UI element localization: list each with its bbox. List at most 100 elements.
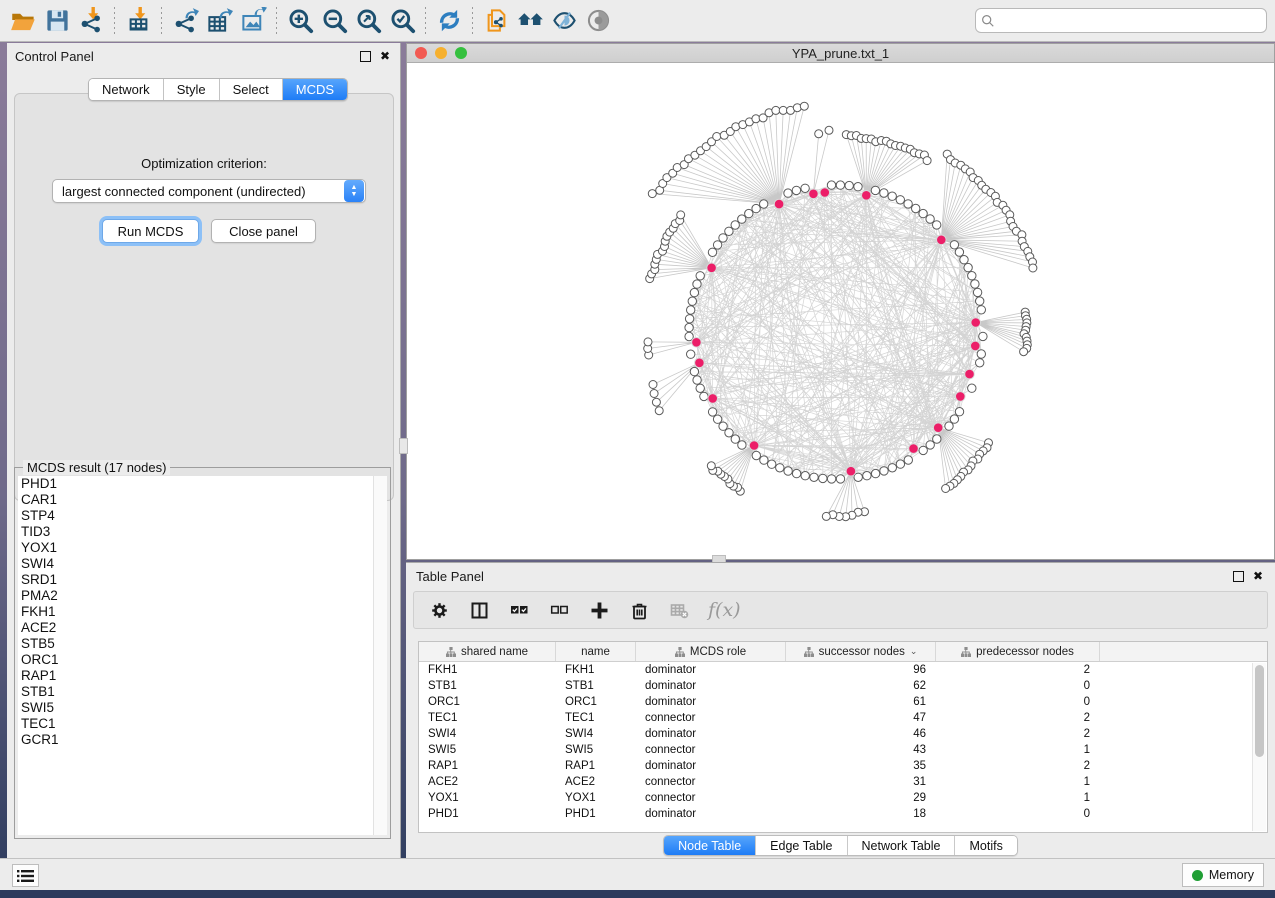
- table-cell[interactable]: dominator: [636, 806, 786, 822]
- window-zoom-icon[interactable]: [455, 47, 467, 59]
- gear-icon[interactable]: [428, 599, 450, 621]
- zoom-out-icon[interactable]: [317, 4, 351, 38]
- table-scrollbar-thumb[interactable]: [1255, 665, 1264, 757]
- save-icon[interactable]: [40, 4, 74, 38]
- select-all-check-icon[interactable]: [508, 599, 530, 621]
- table-cell[interactable]: 2: [936, 726, 1100, 742]
- table-cell[interactable]: 43: [786, 742, 936, 758]
- table-cell[interactable]: ACE2: [419, 774, 556, 790]
- mcds-result-item[interactable]: YOX1: [18, 540, 373, 556]
- table-float-icon[interactable]: [1233, 571, 1244, 582]
- import-table-icon[interactable]: [121, 4, 155, 38]
- column-header-shared-name[interactable]: shared name: [419, 642, 556, 661]
- float-panel-icon[interactable]: [360, 51, 371, 62]
- optimization-criterion-select[interactable]: largest connected component (undirected)…: [52, 179, 366, 203]
- table-cell[interactable]: TEC1: [556, 710, 636, 726]
- table-cell[interactable]: STB1: [419, 678, 556, 694]
- table-cell[interactable]: ORC1: [556, 694, 636, 710]
- mcds-result-item[interactable]: TID3: [18, 524, 373, 540]
- export-image-icon[interactable]: [236, 4, 270, 38]
- table-cell[interactable]: STB1: [556, 678, 636, 694]
- mcds-result-item[interactable]: GCR1: [18, 732, 373, 748]
- table-cell[interactable]: 46: [786, 726, 936, 742]
- table-cell[interactable]: connector: [636, 742, 786, 758]
- table-cell[interactable]: YOX1: [556, 790, 636, 806]
- table-row[interactable]: YOX1YOX1connector291: [419, 790, 1267, 806]
- mcds-result-item[interactable]: ACE2: [18, 620, 373, 636]
- table-close-icon[interactable]: ✖: [1251, 569, 1265, 583]
- table-cell[interactable]: 0: [936, 694, 1100, 710]
- hide-eye-icon[interactable]: [547, 4, 581, 38]
- mcds-result-item[interactable]: ORC1: [18, 652, 373, 668]
- column-header-name[interactable]: name: [556, 642, 636, 661]
- tab-network-table[interactable]: Network Table: [848, 836, 956, 855]
- table-row[interactable]: SWI5SWI5connector431: [419, 742, 1267, 758]
- zoom-in-icon[interactable]: [283, 4, 317, 38]
- close-panel-button[interactable]: Close panel: [211, 219, 316, 243]
- vertical-splitter-handle[interactable]: [399, 438, 408, 454]
- home-browser-icon[interactable]: [513, 4, 547, 38]
- search-box[interactable]: [975, 8, 1267, 33]
- table-cell[interactable]: 2: [936, 758, 1100, 774]
- table-cell[interactable]: 1: [936, 774, 1100, 790]
- mcds-result-item[interactable]: PHD1: [18, 476, 373, 492]
- zoom-selected-icon[interactable]: [385, 4, 419, 38]
- table-cell[interactable]: connector: [636, 710, 786, 726]
- network-window-titlebar[interactable]: YPA_prune.txt_1: [407, 44, 1274, 63]
- table-row[interactable]: STB1STB1dominator620: [419, 678, 1267, 694]
- mcds-result-scrollbar[interactable]: [373, 476, 387, 835]
- table-cell[interactable]: 0: [936, 806, 1100, 822]
- table-row[interactable]: ACE2ACE2connector311: [419, 774, 1267, 790]
- table-cell[interactable]: dominator: [636, 678, 786, 694]
- open-folder-icon[interactable]: [6, 4, 40, 38]
- refresh-icon[interactable]: [432, 4, 466, 38]
- add-column-icon[interactable]: [588, 599, 610, 621]
- close-panel-icon[interactable]: ✖: [378, 49, 392, 63]
- mcds-result-item[interactable]: STP4: [18, 508, 373, 524]
- table-scrollbar[interactable]: [1252, 663, 1266, 831]
- import-network-icon[interactable]: [74, 4, 108, 38]
- tab-motifs[interactable]: Motifs: [955, 836, 1016, 855]
- table-cell[interactable]: dominator: [636, 662, 786, 678]
- tab-style[interactable]: Style: [164, 79, 220, 100]
- column-header-predecessor-nodes[interactable]: predecessor nodes: [936, 642, 1100, 661]
- tab-network[interactable]: Network: [89, 79, 164, 100]
- memory-button[interactable]: Memory: [1182, 863, 1264, 887]
- table-cell[interactable]: RAP1: [556, 758, 636, 774]
- tab-edge-table[interactable]: Edge Table: [756, 836, 847, 855]
- table-row[interactable]: RAP1RAP1dominator352: [419, 758, 1267, 774]
- task-history-button[interactable]: [12, 864, 39, 887]
- unselect-all-icon[interactable]: [548, 599, 570, 621]
- mcds-result-item[interactable]: TEC1: [18, 716, 373, 732]
- mcds-result-item[interactable]: FKH1: [18, 604, 373, 620]
- table-cell[interactable]: ACE2: [556, 774, 636, 790]
- table-cell[interactable]: dominator: [636, 758, 786, 774]
- mcds-result-item[interactable]: STB1: [18, 684, 373, 700]
- column-header-MCDS-role[interactable]: MCDS role: [636, 642, 786, 661]
- table-cell[interactable]: connector: [636, 774, 786, 790]
- table-row[interactable]: TEC1TEC1connector472: [419, 710, 1267, 726]
- table-cell[interactable]: 35: [786, 758, 936, 774]
- export-table-icon[interactable]: [202, 4, 236, 38]
- table-row[interactable]: FKH1FKH1dominator962: [419, 662, 1267, 678]
- table-cell[interactable]: 0: [936, 678, 1100, 694]
- table-cell[interactable]: dominator: [636, 726, 786, 742]
- table-cell[interactable]: 31: [786, 774, 936, 790]
- window-close-icon[interactable]: [415, 47, 427, 59]
- mcds-result-item[interactable]: SWI5: [18, 700, 373, 716]
- mcds-result-item[interactable]: CAR1: [18, 492, 373, 508]
- tab-node-table[interactable]: Node Table: [664, 836, 756, 855]
- table-cell[interactable]: PHD1: [419, 806, 556, 822]
- tab-mcds[interactable]: MCDS: [283, 79, 347, 100]
- table-cell[interactable]: 2: [936, 710, 1100, 726]
- table-row[interactable]: PHD1PHD1dominator180: [419, 806, 1267, 822]
- table-cell[interactable]: 62: [786, 678, 936, 694]
- table-cell[interactable]: ORC1: [419, 694, 556, 710]
- table-row[interactable]: SWI4SWI4dominator462: [419, 726, 1267, 742]
- mcds-result-item[interactable]: STB5: [18, 636, 373, 652]
- table-cell[interactable]: SWI5: [419, 742, 556, 758]
- split-columns-icon[interactable]: [468, 599, 490, 621]
- table-cell[interactable]: 47: [786, 710, 936, 726]
- table-cell[interactable]: 1: [936, 742, 1100, 758]
- table-cell[interactable]: SWI4: [556, 726, 636, 742]
